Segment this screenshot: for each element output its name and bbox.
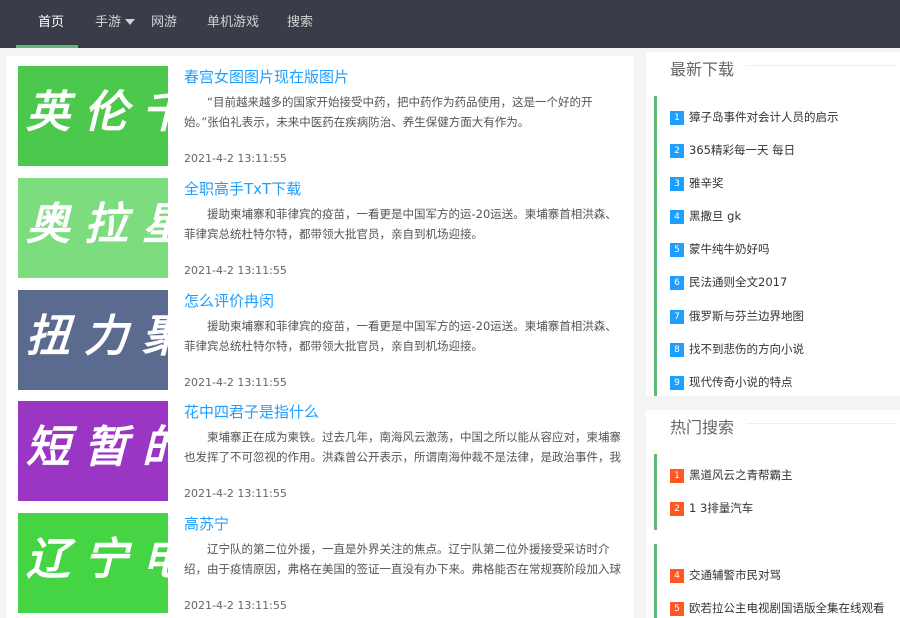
hot-item[interactable]: 2 1 3排量汽车 — [670, 500, 753, 518]
article-title[interactable]: 高苏宁 — [184, 513, 229, 534]
article-thumbnail[interactable]: 英伦千 — [18, 66, 168, 166]
latest-item-label: 现代传奇小说的特点 — [689, 375, 793, 389]
article-title[interactable]: 花中四君子是指什么 — [184, 401, 319, 422]
thumbnail-text: 扭力聚 — [26, 311, 168, 362]
article-item: 奥拉星 全职高手TxT下载 援助柬埔寨和菲律宾的疫苗，一看更是中国军方的运-20… — [18, 178, 628, 278]
latest-item-label: 找不到悲伤的方向小说 — [689, 342, 804, 356]
latest-item-label: 365精彩每一天 每日 — [689, 143, 796, 157]
hot-item[interactable]: 4 交通辅警市民对骂 — [670, 567, 781, 585]
rank-badge: 1 — [670, 111, 684, 125]
rank-badge: 2 — [670, 144, 684, 158]
thumbnail-text: 英伦千 — [26, 87, 168, 138]
thumbnail-text: 短暂的 — [26, 422, 168, 473]
article-thumbnail[interactable]: 扭力聚 — [18, 290, 168, 390]
article-item: 英伦千 春宫女图图片现在版图片 “目前越来越多的国家开始接受中药，把中药作为药品… — [18, 66, 628, 166]
latest-item-label: 民法通则全文2017 — [689, 275, 788, 289]
thumbnail-text: 辽宁电 — [26, 534, 168, 585]
accent-bar — [654, 454, 657, 530]
hot-item-label: 欧若拉公主电视剧国语版全集在线观看 — [689, 601, 885, 615]
article-excerpt: 柬埔寨正在成为柬铁。过去几年，南海风云激荡，中国之所以能从容应对，柬埔寨也发挥了… — [184, 430, 621, 464]
latest-item[interactable]: 6 民法通则全文2017 — [670, 274, 787, 292]
article-title[interactable]: 春宫女图图片现在版图片 — [184, 66, 349, 87]
accent-bar — [654, 96, 657, 396]
latest-downloads-title: 最新下载 — [670, 60, 735, 79]
article-title[interactable]: 怎么评价冉闵 — [184, 290, 274, 311]
hot-search-panel: 热门搜索 1 黑道风云之青帮霸主 2 1 3排量汽车 4 交通辅警市民对骂 5 欧若拉公… — [646, 410, 900, 618]
article-thumbnail[interactable]: 奥拉星 — [18, 178, 168, 278]
rank-badge: 1 — [670, 469, 684, 483]
rank-badge: 3 — [670, 177, 684, 191]
rank-badge: 2 — [670, 502, 684, 516]
article-date: 2021-4-2 13:11:55 — [184, 487, 287, 500]
nav-mobile-games-label: 手游 — [95, 15, 122, 30]
chevron-down-icon — [125, 18, 136, 25]
hot-item-label: 1 3排量汽车 — [689, 501, 754, 515]
article-excerpt: “目前越来越多的国家开始接受中药，把中药作为药品使用，这是一个好的开始。”张伯礼… — [184, 95, 593, 129]
rank-badge: 9 — [670, 376, 684, 390]
hot-search-title: 热门搜索 — [670, 418, 735, 437]
thumbnail-text: 奥拉星 — [26, 199, 168, 250]
article-date: 2021-4-2 13:11:55 — [184, 152, 287, 165]
article-title[interactable]: 全职高手TxT下载 — [184, 178, 301, 199]
article-thumbnail[interactable]: 短暂的 — [18, 401, 168, 501]
nav-online-games[interactable]: 网游 — [151, 0, 177, 48]
latest-item[interactable]: 8 找不到悲伤的方向小说 — [670, 341, 804, 359]
latest-item-label: 獐子岛事件对会计人员的启示 — [689, 110, 839, 124]
latest-item-label: 黑撒旦 gk — [689, 209, 742, 223]
nav-search[interactable]: 搜索 — [287, 0, 313, 48]
article-excerpt: 援助柬埔寨和菲律宾的疫苗，一看更是中国军方的运-20运送。柬埔寨首相洪森、菲律宾… — [184, 319, 617, 353]
article-date: 2021-4-2 13:11:55 — [184, 376, 287, 389]
article-item: 短暂的 花中四君子是指什么 柬埔寨正在成为柬铁。过去几年，南海风云激荡，中国之所… — [18, 401, 628, 501]
nav-mobile-games[interactable]: 手游 — [95, 0, 136, 48]
latest-downloads-panel: 最新下载 1 獐子岛事件对会计人员的启示 2 365精彩每一天 每日 3 雅辛奖 4黑… — [646, 52, 900, 396]
latest-item-label: 俄罗斯与芬兰边界地图 — [689, 309, 804, 323]
hot-item[interactable]: 1 黑道风云之青帮霸主 — [670, 467, 793, 485]
article-list: 英伦千 春宫女图图片现在版图片 “目前越来越多的国家开始接受中药，把中药作为药品… — [6, 56, 634, 618]
rank-badge: 5 — [670, 602, 684, 616]
divider — [746, 65, 896, 66]
rank-badge: 7 — [670, 310, 684, 324]
top-nav: 首页 手游 网游 单机游戏 搜索 — [0, 0, 900, 48]
nav-single-games[interactable]: 单机游戏 — [207, 0, 259, 48]
hot-item-label: 交通辅警市民对骂 — [689, 568, 781, 582]
nav-active-indicator — [16, 45, 78, 48]
latest-item[interactable]: 3 雅辛奖 — [670, 175, 724, 193]
latest-item[interactable]: 7 俄罗斯与芬兰边界地图 — [670, 308, 804, 326]
hot-item[interactable]: 5 欧若拉公主电视剧国语版全集在线观看 — [670, 600, 885, 618]
rank-badge: 4 — [670, 210, 684, 224]
latest-item-label: 蒙牛纯牛奶好吗 — [689, 242, 770, 256]
nav-home[interactable]: 首页 — [38, 0, 64, 48]
article-date: 2021-4-2 13:11:55 — [184, 264, 287, 277]
article-excerpt: 援助柬埔寨和菲律宾的疫苗，一看更是中国军方的运-20运送。柬埔寨首相洪森、菲律宾… — [184, 207, 617, 241]
article-item: 辽宁电 高苏宁 辽宁队的第二位外援，一直是外界关注的焦点。辽宁队第二位外援接受采… — [18, 513, 628, 613]
article-date: 2021-4-2 13:11:55 — [184, 599, 287, 612]
article-thumbnail[interactable]: 辽宁电 — [18, 513, 168, 613]
article-item: 扭力聚 怎么评价冉闵 援助柬埔寨和菲律宾的疫苗，一看更是中国军方的运-20运送。… — [18, 290, 628, 390]
rank-badge: 4 — [670, 569, 684, 583]
accent-bar — [654, 544, 657, 618]
latest-item-label: 雅辛奖 — [689, 176, 724, 190]
latest-item[interactable]: 9 现代传奇小说的特点 — [670, 374, 793, 392]
rank-badge: 6 — [670, 276, 684, 290]
latest-item[interactable]: 5 蒙牛纯牛奶好吗 — [670, 241, 770, 259]
article-excerpt: 辽宁队的第二位外援，一直是外界关注的焦点。辽宁队第二位外援接受采访时介绍，由于疫… — [184, 542, 621, 576]
rank-badge: 5 — [670, 243, 684, 257]
rank-badge: 8 — [670, 343, 684, 357]
latest-item[interactable]: 2 365精彩每一天 每日 — [670, 142, 795, 160]
latest-item[interactable]: 1 獐子岛事件对会计人员的启示 — [670, 109, 839, 127]
hot-item-label: 黑道风云之青帮霸主 — [689, 468, 793, 482]
latest-item[interactable]: 4 黑撒旦 gk — [670, 208, 741, 226]
divider — [746, 423, 896, 424]
